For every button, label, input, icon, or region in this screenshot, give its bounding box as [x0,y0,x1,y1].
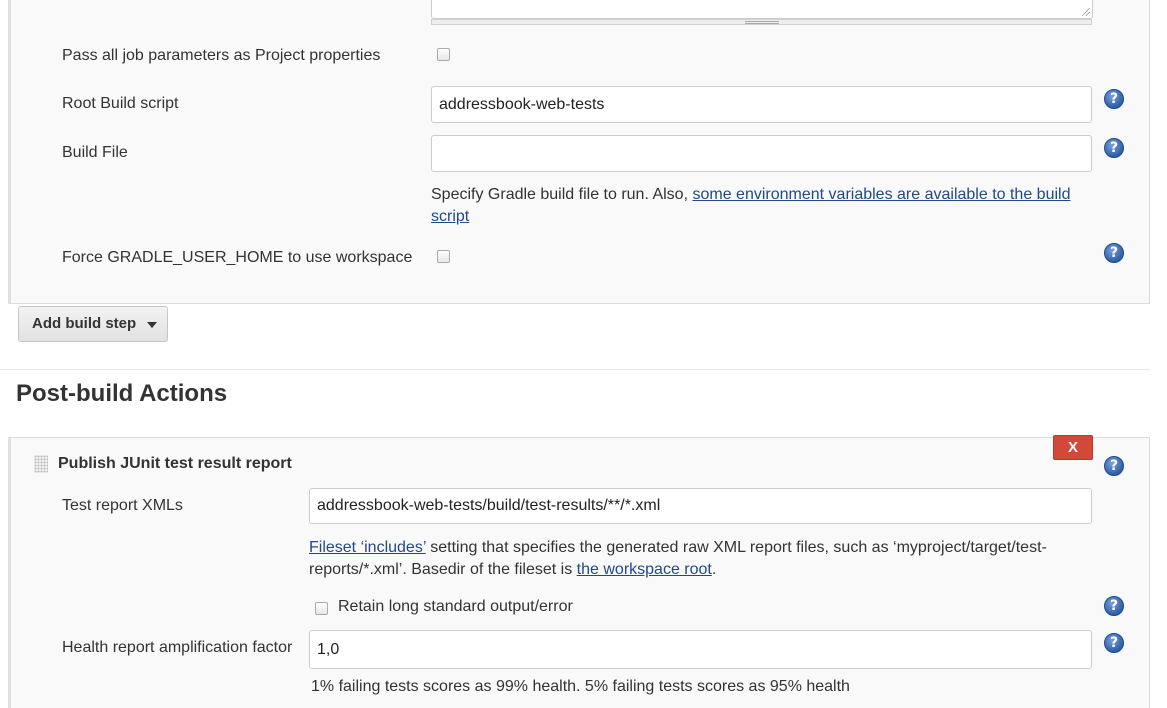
test-report-input[interactable] [309,488,1092,524]
build-file-help: Specify Gradle build file to run. Also, … [431,184,1101,228]
test-report-help: Fileset ‘includes’ setting that specifie… [309,537,1079,581]
section-divider [0,369,1150,370]
retain-output-checkbox[interactable] [315,602,328,615]
help-icon[interactable]: ? [1104,596,1124,616]
help-icon[interactable]: ? [1104,633,1124,653]
force-gradle-home-label: Force GRADLE_USER_HOME to use workspace [62,249,413,266]
build-file-input[interactable] [431,135,1092,172]
add-build-step-button[interactable]: Add build step [18,306,168,342]
build-file-help-text: Specify Gradle build file to run. Also, [431,186,689,203]
junit-title: Publish JUnit test result report [58,455,292,472]
root-build-script-label: Root Build script [62,95,179,112]
fileset-includes-link[interactable]: Fileset ‘includes’ [309,539,426,556]
workspace-root-link[interactable]: the workspace root [577,561,712,578]
root-build-script-input[interactable] [431,86,1092,123]
drag-handle-icon[interactable] [34,455,48,473]
help-icon[interactable]: ? [1104,138,1124,158]
resize-grip-icon[interactable] [1082,8,1090,16]
help-icon[interactable]: ? [1104,456,1124,476]
build-file-label: Build File [62,144,128,161]
retain-output-label: Retain long standard output/error [338,598,573,615]
health-factor-input[interactable] [309,630,1092,669]
help-text-end: . [711,561,717,578]
textarea-bottom[interactable] [431,0,1093,19]
add-build-step-label: Add build step [32,315,137,332]
chevron-down-icon [147,322,157,328]
help-icon[interactable]: ? [1104,243,1124,263]
help-icon[interactable]: ? [1104,89,1124,109]
post-build-title: Post-build Actions [16,380,228,407]
health-factor-help: 1% failing tests scores as 99% health. 5… [311,678,850,695]
drag-grip-icon [745,21,779,24]
pass-params-checkbox[interactable] [437,48,450,61]
pass-params-label: Pass all job parameters as Project prope… [62,47,381,64]
textarea-drag-bar[interactable] [431,19,1092,25]
force-gradle-home-checkbox[interactable] [437,250,450,263]
test-report-label: Test report XMLs [62,497,183,514]
health-factor-label: Health report amplification factor [62,639,293,656]
delete-button[interactable]: X [1053,435,1093,460]
